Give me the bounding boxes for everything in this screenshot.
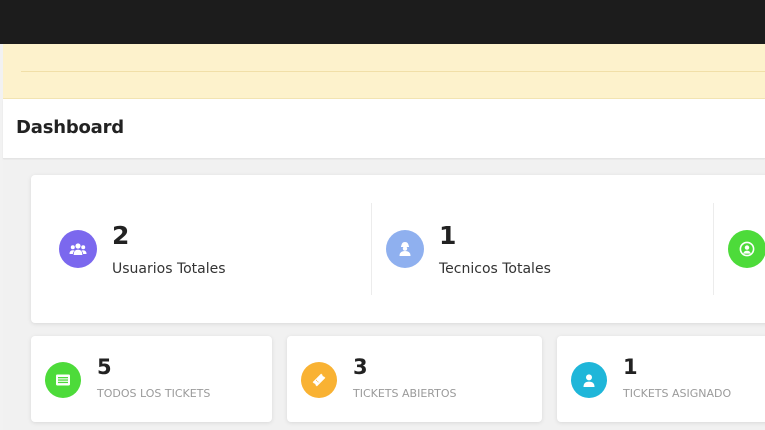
users-icon: [59, 230, 97, 268]
stat-label: Usuarios Totales: [112, 261, 226, 277]
ticket-label: TODOS LOS TICKETS: [97, 387, 211, 400]
stat-total-users[interactable]: 2 Usuarios Totales: [59, 203, 359, 295]
ticket-label: TICKETS ASIGNADO: [623, 387, 732, 400]
notice-divider: [21, 71, 765, 72]
technician-icon: [386, 230, 424, 268]
ticket-label: TICKETS ABIERTOS: [353, 387, 457, 400]
dashboard-content: 2 Usuarios Totales 1 Tecnicos Totales 5 …: [3, 160, 765, 430]
stat-total-technicians[interactable]: 1 Tecnicos Totales: [386, 203, 686, 295]
ticket-count: 3: [353, 355, 368, 379]
ticket-count: 5: [97, 355, 112, 379]
ticket-icon: [301, 362, 337, 398]
stat-value: 1: [439, 221, 457, 250]
stat-divider: [713, 203, 714, 295]
stat-value: 2: [112, 221, 130, 250]
page-title: Dashboard: [16, 117, 124, 138]
card-open-tickets[interactable]: 3 TICKETS ABIERTOS: [287, 336, 542, 422]
ticket-count: 1: [623, 355, 638, 379]
card-all-tickets[interactable]: 5 TODOS LOS TICKETS: [31, 336, 272, 422]
list-icon: [45, 362, 81, 398]
user-icon: [571, 362, 607, 398]
stat-divider: [371, 203, 372, 295]
summary-stats-card: 2 Usuarios Totales 1 Tecnicos Totales: [31, 175, 765, 323]
stat-third[interactable]: [728, 203, 765, 295]
stat-label: Tecnicos Totales: [439, 261, 551, 277]
page-header: Dashboard: [3, 99, 765, 159]
user-circle-icon: [728, 230, 765, 268]
notice-banner: [3, 44, 765, 99]
top-navbar: [0, 0, 765, 44]
card-assigned-tickets[interactable]: 1 TICKETS ASIGNADO: [557, 336, 765, 422]
